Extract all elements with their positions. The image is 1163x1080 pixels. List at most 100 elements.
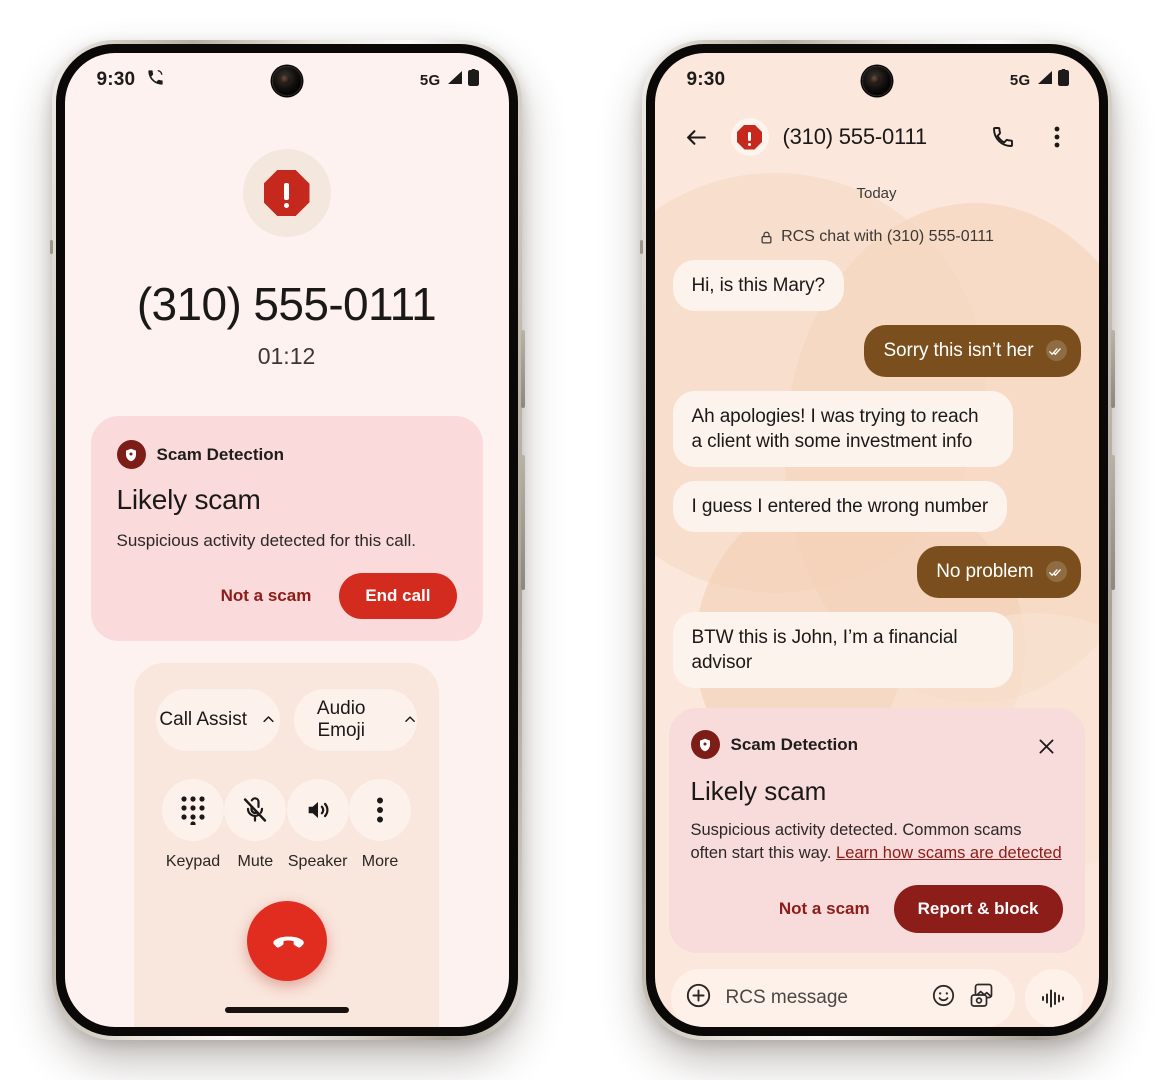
not-a-scam-button[interactable]: Not a scam: [207, 576, 326, 616]
lock-icon: [761, 231, 772, 243]
status-bar-messages: 9:30 5G: [655, 53, 1099, 107]
speaker-control[interactable]: Speaker: [286, 778, 349, 871]
message-bubble-outgoing[interactable]: No problem: [917, 546, 1081, 598]
conversation-app-bar: (310) 555-0111: [655, 107, 1099, 171]
shield-check-icon: [116, 440, 146, 469]
arrow-left-icon: [687, 129, 706, 145]
message-thread: Today RCS chat with (310) 555-0111 Hi, i…: [655, 171, 1099, 690]
status-bar-call: 9:30 5G: [65, 53, 509, 107]
network-type-label: 5G: [419, 71, 441, 89]
keypad-label: Keypad: [165, 852, 221, 870]
more-vertical-icon: [1054, 126, 1059, 148]
messages-screen: 9:30 5G (310) 555-0111 Today RCS chat wi…: [654, 53, 1099, 1027]
message-bubble-incoming[interactable]: Ah apologies! I was trying to reach a cl…: [672, 390, 1013, 468]
end-call-card-button[interactable]: End call: [339, 572, 457, 619]
scam-card-title: Likely scam: [690, 776, 827, 807]
speaker-icon: [308, 801, 329, 818]
caller-avatar-scam: [242, 149, 331, 237]
chevron-up-icon: [263, 716, 274, 723]
mute-control[interactable]: Mute: [224, 778, 287, 871]
dual-phone-mockup: 9:30 5G (310) 555-0111 01:12 Scam Detect…: [0, 0, 1163, 1080]
overflow-menu-button[interactable]: [1037, 117, 1077, 157]
phone-device-call: 9:30 5G (310) 555-0111 01:12 Scam Detect…: [49, 40, 525, 1040]
rcs-encryption-note: RCS chat with (310) 555-0111: [673, 228, 1081, 246]
day-divider: Today: [856, 185, 897, 202]
read-receipt-icon: [1045, 340, 1067, 362]
signal-bars-icon: [1036, 70, 1053, 90]
left-side-button[interactable]: [639, 240, 643, 254]
more-label: More: [361, 852, 399, 870]
shield-check-icon: [690, 730, 720, 760]
message-input-field[interactable]: RCS message: [670, 969, 1015, 1027]
report-and-block-button[interactable]: Report & block: [893, 885, 1063, 933]
phone-in-call-icon: [146, 68, 165, 92]
call-duration: 01:12: [257, 343, 316, 369]
call-assist-label: Call Assist: [159, 708, 248, 730]
call-controls-panel: Call Assist Audio Emoji Keypad Mute Spea…: [133, 662, 440, 1027]
more-control[interactable]: More: [349, 778, 412, 871]
call-assist-chip[interactable]: Call Assist: [155, 688, 280, 751]
message-text: No problem: [936, 561, 1034, 583]
message-input-placeholder: RCS message: [725, 987, 849, 1008]
scam-octagon-warning-icon: [263, 170, 310, 216]
front-camera-punch-hole: [271, 66, 302, 96]
learn-how-scams-detected-link[interactable]: Learn how scams are detected: [836, 844, 1062, 862]
message-composer: RCS message: [655, 953, 1099, 1027]
dialpad-icon: [181, 796, 205, 825]
image-gallery-icon[interactable]: [970, 983, 997, 1013]
scam-octagon-warning-icon: [737, 124, 762, 150]
close-icon[interactable]: [1031, 730, 1063, 762]
status-time: 9:30: [96, 69, 136, 90]
power-button[interactable]: [520, 455, 525, 590]
not-a-scam-button[interactable]: Not a scam: [765, 889, 884, 929]
call-contact-button[interactable]: [983, 117, 1023, 157]
front-camera-punch-hole: [861, 66, 892, 96]
audio-emoji-chip[interactable]: Audio Emoji: [293, 688, 418, 751]
conversation-title: (310) 555-0111: [782, 124, 928, 149]
device-bezel: 9:30 5G: [645, 44, 1108, 1036]
scam-detection-card-call: Scam Detection Likely scam Suspicious ac…: [90, 416, 483, 641]
message-text: Sorry this isn’t her: [883, 340, 1034, 362]
call-end-icon: [272, 936, 304, 948]
scam-card-label: Scam Detection: [156, 444, 285, 464]
device-bezel: 9:30 5G: [55, 44, 518, 1036]
home-indicator[interactable]: [224, 1007, 349, 1013]
keypad-control[interactable]: Keypad: [161, 778, 224, 871]
more-vertical-icon: [377, 797, 384, 823]
mic-off-icon: [244, 797, 267, 822]
contact-avatar-scam[interactable]: [730, 118, 769, 156]
plus-circle-icon[interactable]: [685, 982, 712, 1014]
message-row: No problem: [673, 546, 1081, 598]
end-call-button[interactable]: [246, 900, 327, 981]
back-button[interactable]: [677, 117, 717, 157]
message-bubble-incoming[interactable]: I guess I entered the wrong number: [672, 481, 1008, 533]
message-bubble-incoming[interactable]: Hi, is this Mary?: [672, 260, 844, 312]
message-row: Ah apologies! I was trying to reach a cl…: [672, 390, 1081, 468]
power-button[interactable]: [1110, 455, 1115, 590]
scam-card-description: Suspicious activity detected. Common sca…: [691, 819, 1063, 865]
message-row: I guess I entered the wrong number: [672, 481, 1081, 533]
message-row: BTW this is John, I’m a financial adviso…: [672, 611, 1081, 689]
phone-device-messages: 9:30 5G (310) 555-0111 Today RCS chat wi…: [639, 40, 1115, 1040]
emoji-smile-icon[interactable]: [931, 983, 956, 1013]
read-receipt-icon: [1045, 561, 1067, 583]
caller-number: (310) 555-0111: [136, 278, 437, 330]
rcs-note-text: RCS chat with (310) 555-0111: [781, 228, 994, 245]
chevron-up-icon: [405, 716, 415, 723]
call-screen: 9:30 5G (310) 555-0111 01:12 Scam Detect…: [64, 53, 509, 1027]
signal-bars-icon: [446, 70, 463, 90]
status-time: 9:30: [686, 69, 726, 90]
message-bubble-incoming[interactable]: BTW this is John, I’m a financial adviso…: [672, 611, 1013, 689]
battery-icon: [467, 69, 479, 91]
scam-card-description: Suspicious activity detected for this ca…: [116, 531, 417, 550]
voice-waveform-icon[interactable]: [1024, 969, 1083, 1027]
scam-card-title: Likely scam: [116, 484, 261, 515]
phone-icon: [992, 127, 1013, 147]
battery-icon: [1057, 69, 1069, 91]
speaker-label: Speaker: [287, 852, 348, 870]
message-bubble-outgoing[interactable]: Sorry this isn’t her: [864, 325, 1081, 377]
scam-card-label: Scam Detection: [730, 734, 859, 754]
mute-label: Mute: [237, 852, 274, 870]
scam-detection-card-messages: Scam Detection Likely scam Suspicious ac…: [668, 708, 1085, 953]
left-side-button[interactable]: [49, 240, 53, 254]
